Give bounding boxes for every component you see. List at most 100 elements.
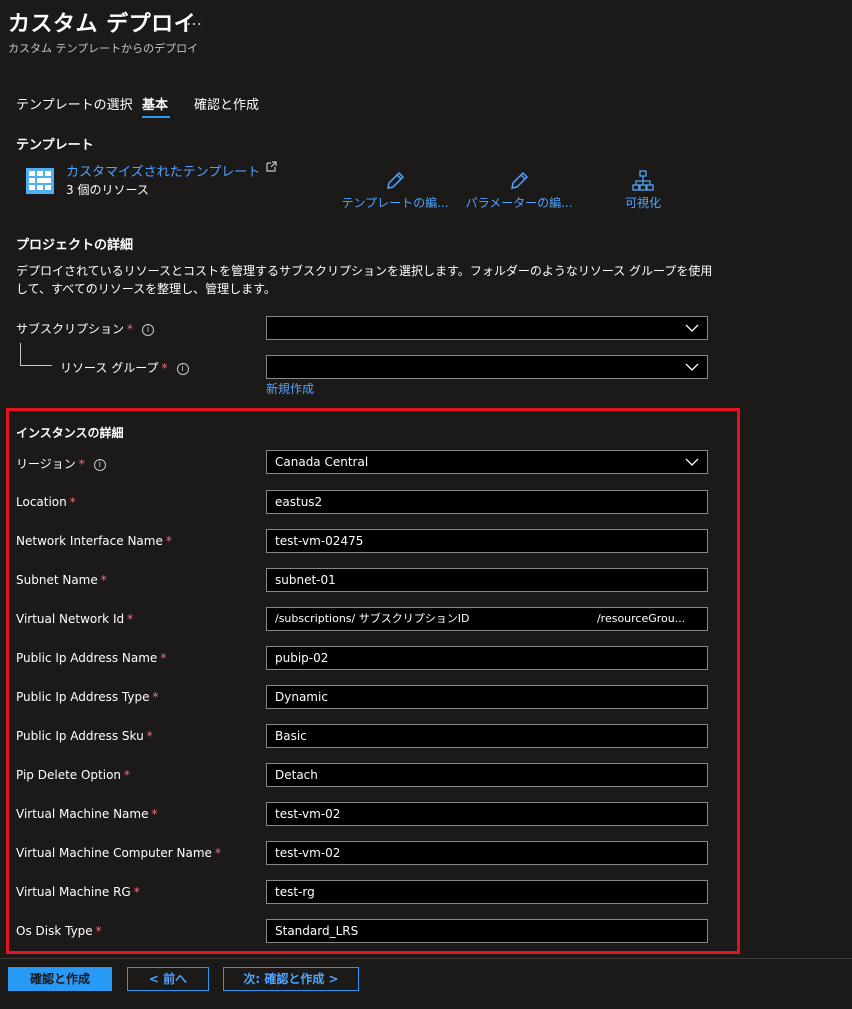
resource-group-select[interactable]	[266, 355, 708, 379]
review-create-button[interactable]: 確認と作成	[8, 967, 112, 991]
required-marker: *	[127, 612, 134, 626]
customized-template-link[interactable]: カスタマイズされたテンプレート	[66, 161, 277, 180]
project-details-heading: プロジェクトの詳細	[16, 238, 134, 253]
pencil-icon	[335, 170, 455, 192]
template-icon	[26, 168, 54, 194]
next-review-create-button[interactable]: 次: 確認と作成 >	[223, 967, 359, 991]
virtual-machine-rg-label-text: Virtual Machine RG	[16, 885, 131, 899]
chevron-down-icon	[685, 320, 699, 339]
public-ip-address-sku-label-text: Public Ip Address Sku	[16, 729, 144, 743]
info-icon[interactable]: i	[142, 323, 155, 336]
redacted-block	[273, 319, 677, 337]
active-tab-indicator	[142, 116, 170, 118]
region-select[interactable]: Canada Central	[266, 450, 708, 474]
subscription-select[interactable]	[266, 316, 708, 340]
public-ip-address-sku-input[interactable]: Basic	[266, 724, 708, 748]
info-icon[interactable]: i	[93, 458, 106, 471]
vnet-id-subscription-placeholder: サブスクリプションID	[358, 612, 470, 625]
resource-count: 3 個のリソース	[66, 183, 149, 197]
public-ip-address-sku-label: Public Ip Address Sku *	[16, 729, 153, 743]
required-marker: *	[160, 651, 167, 665]
vnet-id-suffix: /resourceGrou...	[596, 612, 686, 625]
customized-template-link-text[interactable]: カスタマイズされたテンプレート	[66, 165, 260, 180]
required-marker: *	[100, 573, 107, 587]
region-value: Canada Central	[275, 455, 369, 469]
chevron-down-icon	[685, 359, 699, 378]
required-marker: *	[78, 457, 85, 471]
hierarchy-icon	[583, 170, 703, 192]
network-interface-name-label: Network Interface Name *	[16, 534, 172, 548]
network-interface-name-input[interactable]: test-vm-02475	[266, 529, 708, 553]
tree-connector	[20, 343, 21, 365]
resource-group-label: リソース グループ * i	[60, 359, 189, 376]
os-disk-type-label-text: Os Disk Type	[16, 924, 93, 938]
virtual-machine-rg-input[interactable]: test-rg	[266, 880, 708, 904]
tab-review-create[interactable]: 確認と作成	[194, 94, 259, 113]
more-options-icon[interactable]: …	[186, 10, 202, 29]
required-marker: *	[133, 885, 140, 899]
project-description: デプロイされているリソースとコストを管理するサブスクリプションを選択します。フォ…	[16, 264, 713, 296]
required-marker: *	[69, 495, 76, 509]
subnet-name-input[interactable]: subnet-01	[266, 568, 708, 592]
location-input[interactable]: eastus2	[266, 490, 708, 514]
virtual-network-id-label: Virtual Network Id *	[16, 612, 133, 626]
edit-template-button[interactable]: テンプレートの編...	[335, 170, 455, 211]
public-ip-address-name-label: Public Ip Address Name *	[16, 651, 166, 665]
info-icon[interactable]: i	[176, 362, 189, 375]
page-title: カスタム デプロイ	[8, 12, 197, 37]
public-ip-address-name-input[interactable]: pubip-02	[266, 646, 708, 670]
create-new-link[interactable]: 新規作成	[266, 380, 314, 397]
required-marker: *	[146, 729, 153, 743]
network-interface-name-label-text: Network Interface Name	[16, 534, 163, 548]
edit-parameters-button[interactable]: パラメーターの編...	[459, 170, 579, 211]
required-marker: *	[161, 361, 168, 375]
os-disk-type-input[interactable]: Standard_LRS	[266, 919, 708, 943]
virtual-machine-computer-name-label-text: Virtual Machine Computer Name	[16, 846, 212, 860]
pencil-icon	[459, 170, 579, 192]
subnet-name-label: Subnet Name *	[16, 573, 107, 587]
edit-template-label: テンプレートの編...	[341, 196, 449, 210]
virtual-machine-computer-name-input[interactable]: test-vm-02	[266, 841, 708, 865]
virtual-machine-name-label-text: Virtual Machine Name	[16, 807, 149, 821]
region-label: リージョン * i	[16, 455, 106, 472]
resource-group-label-text: リソース グループ	[60, 361, 159, 375]
tree-connector	[20, 365, 52, 366]
os-disk-type-label: Os Disk Type *	[16, 924, 102, 938]
redacted-block	[472, 610, 597, 628]
virtual-machine-name-label: Virtual Machine Name *	[16, 807, 157, 821]
footer-divider	[0, 958, 852, 959]
page-subtitle: カスタム テンプレートからのデプロイ	[8, 42, 199, 55]
visualize-label: 可視化	[624, 196, 661, 210]
virtual-machine-name-input[interactable]: test-vm-02	[266, 802, 708, 826]
previous-button[interactable]: < 前へ	[127, 967, 209, 991]
required-marker: *	[124, 768, 131, 782]
subnet-name-label-text: Subnet Name	[16, 573, 98, 587]
public-ip-address-type-label-text: Public Ip Address Type	[16, 690, 150, 704]
required-marker: *	[151, 807, 158, 821]
pip-delete-option-label-text: Pip Delete Option	[16, 768, 122, 782]
vnet-id-prefix: /subscriptions/	[275, 612, 356, 625]
visualize-button[interactable]: 可視化	[583, 170, 703, 211]
virtual-machine-computer-name-label: Virtual Machine Computer Name *	[16, 846, 221, 860]
subscription-label-text: サブスクリプション	[16, 322, 125, 336]
subscription-label: サブスクリプション * i	[16, 320, 155, 337]
external-link-icon	[264, 161, 277, 180]
required-marker: *	[127, 322, 134, 336]
required-marker: *	[152, 690, 159, 704]
virtual-network-id-input[interactable]: /subscriptions/ サブスクリプションID /resourceGro…	[266, 607, 708, 631]
tab-basics[interactable]: 基本	[142, 94, 168, 113]
required-marker: *	[214, 846, 221, 860]
public-ip-address-type-input[interactable]: Dynamic	[266, 685, 708, 709]
public-ip-address-type-label: Public Ip Address Type *	[16, 690, 158, 704]
public-ip-address-name-label-text: Public Ip Address Name	[16, 651, 158, 665]
location-label: Location *	[16, 495, 76, 509]
tab-template-select[interactable]: テンプレートの選択	[16, 94, 133, 113]
edit-parameters-label: パラメーターの編...	[465, 196, 573, 210]
template-heading: テンプレート	[16, 138, 94, 153]
required-marker: *	[95, 924, 102, 938]
virtual-machine-rg-label: Virtual Machine RG *	[16, 885, 140, 899]
virtual-network-id-label-text: Virtual Network Id	[16, 612, 125, 626]
pip-delete-option-input[interactable]: Detach	[266, 763, 708, 787]
instance-details-heading: インスタンスの詳細	[16, 426, 124, 440]
required-marker: *	[165, 534, 172, 548]
